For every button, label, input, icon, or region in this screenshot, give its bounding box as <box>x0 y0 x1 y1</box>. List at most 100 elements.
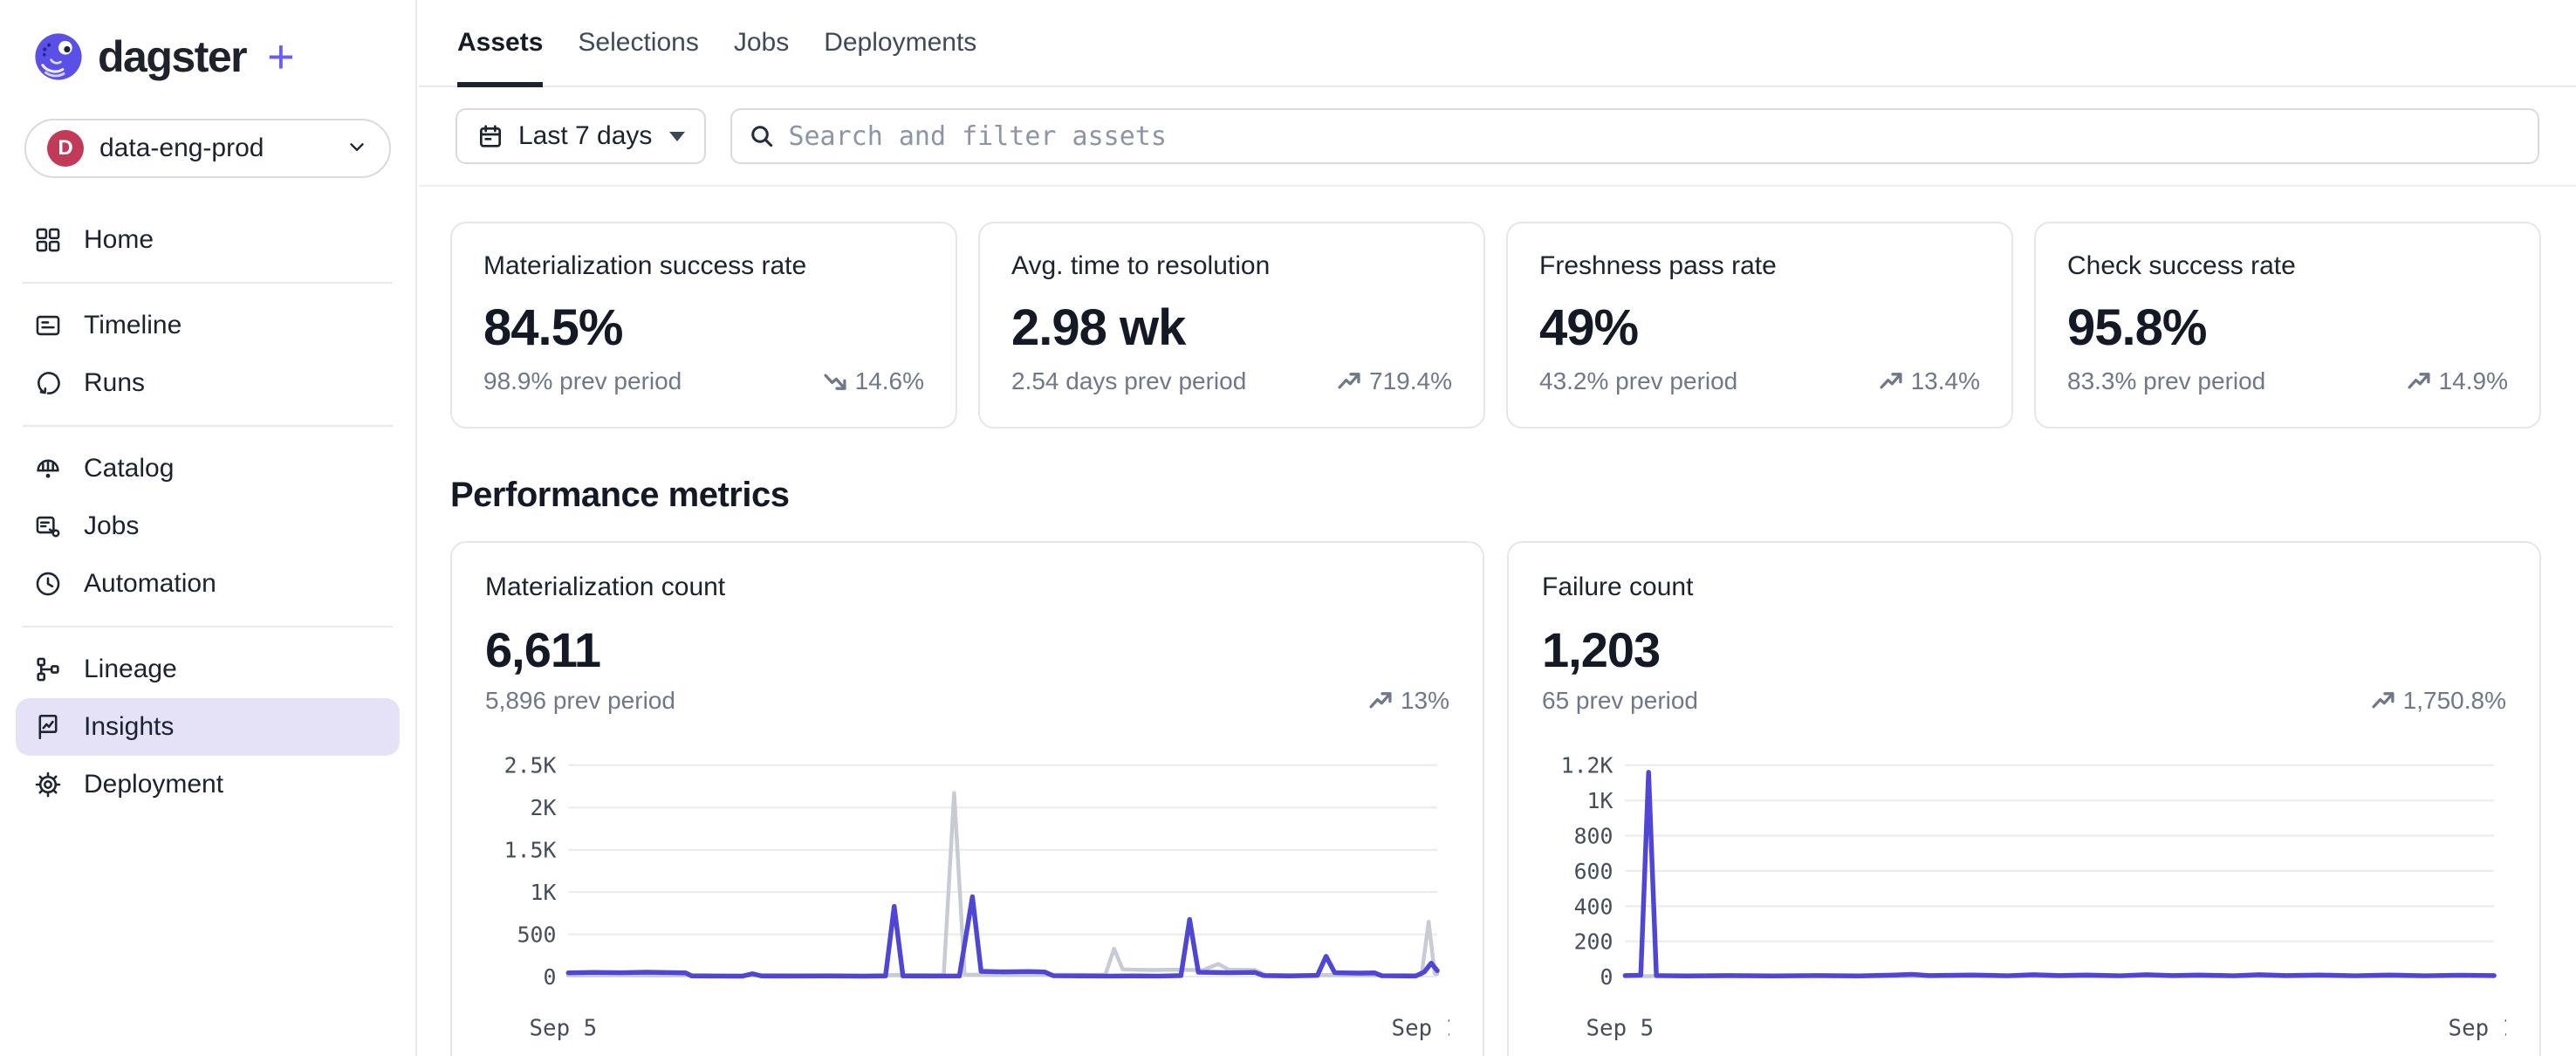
chart-delta: 13% <box>1367 687 1449 715</box>
chart-title: Materialization count <box>485 573 1449 602</box>
metric-title: Avg. time to resolution <box>1011 251 1452 281</box>
tab-deployments[interactable]: Deployments <box>824 0 976 86</box>
sidebar-item-label: Runs <box>84 368 145 398</box>
sidebar: dagster + D data-eng-prod Home Timeline … <box>0 0 417 1056</box>
sidebar-item-label: Home <box>84 225 154 255</box>
sidebar-item-automation[interactable]: Automation <box>16 555 400 613</box>
org-switcher[interactable]: D data-eng-prod <box>24 119 391 178</box>
sidebar-divider <box>23 425 393 427</box>
chart-value: 1,203 <box>1542 621 2506 678</box>
metric-value: 84.5% <box>483 298 924 357</box>
failure-count-line-chart: 02004006008001K1.2KSep 5Sep 12 <box>1542 741 2506 1046</box>
svg-text:1.5K: 1.5K <box>504 838 557 863</box>
dagster-plus-app: dagster + D data-eng-prod Home Timeline … <box>0 0 2576 1056</box>
tab-jobs[interactable]: Jobs <box>734 0 789 86</box>
metric-delta-value: 719.4% <box>1369 367 1452 395</box>
brand-logo[interactable]: dagster + <box>0 0 415 84</box>
metric-title: Freshness pass rate <box>1539 251 1980 281</box>
kpi-cards-row: Materialization success rate 84.5% 98.9%… <box>450 222 2541 429</box>
sidebar-item-lineage[interactable]: Lineage <box>16 641 400 698</box>
filter-bar: Last 7 days <box>419 87 2576 187</box>
sidebar-item-insights[interactable]: Insights <box>16 698 400 756</box>
sidebar-item-label: Catalog <box>84 454 174 483</box>
metric-title: Check success rate <box>2067 251 2508 281</box>
svg-text:800: 800 <box>1574 823 1613 848</box>
sidebar-item-home[interactable]: Home <box>16 211 400 269</box>
sidebar-nav: Home Timeline Runs Catalog Jobs <box>0 211 415 813</box>
metric-card-check-success-rate[interactable]: Check success rate 95.8% 83.3% prev peri… <box>2034 222 2541 429</box>
automation-clock-icon <box>33 569 63 599</box>
svg-text:2K: 2K <box>531 795 557 820</box>
calendar-icon <box>476 122 504 150</box>
tab-selections[interactable]: Selections <box>578 0 698 86</box>
chevron-down-icon <box>346 135 368 162</box>
metric-delta: 719.4% <box>1336 367 1452 395</box>
sidebar-item-label: Deployment <box>84 770 223 799</box>
lineage-graph-icon <box>33 655 63 684</box>
home-grid-icon <box>33 225 63 255</box>
dagster-octopus-icon <box>33 31 84 82</box>
insights-tabbar: Assets Selections Jobs Deployments <box>419 0 2576 87</box>
catalog-icon <box>33 454 63 483</box>
metric-delta-value: 14.6% <box>855 367 924 395</box>
insights-content: Materialization success rate 84.5% 98.9%… <box>419 187 2576 1056</box>
chart-card-failure-count[interactable]: Failure count 1,203 65 prev period 1,750… <box>1507 541 2541 1056</box>
jobs-icon <box>33 511 63 541</box>
sidebar-divider <box>23 626 393 627</box>
org-avatar: D <box>47 130 84 167</box>
deployment-gear-icon <box>33 770 63 799</box>
sidebar-item-label: Timeline <box>84 311 182 340</box>
metric-delta-value: 14.9% <box>2439 367 2508 395</box>
metric-delta: 14.6% <box>822 367 924 395</box>
runs-loop-icon <box>33 368 63 398</box>
trend-up-icon <box>2370 688 2396 714</box>
metric-card-freshness-pass-rate[interactable]: Freshness pass rate 49% 43.2% prev perio… <box>1506 222 2013 429</box>
svg-text:600: 600 <box>1574 859 1613 884</box>
tab-assets[interactable]: Assets <box>457 0 543 86</box>
search-box <box>730 108 2539 164</box>
date-range-button[interactable]: Last 7 days <box>456 108 706 164</box>
svg-text:2.5K: 2.5K <box>504 753 557 778</box>
metric-value: 49% <box>1539 298 1980 357</box>
sidebar-item-label: Lineage <box>84 655 177 684</box>
sidebar-item-jobs[interactable]: Jobs <box>16 497 400 555</box>
metric-card-materialization-success-rate[interactable]: Materialization success rate 84.5% 98.9%… <box>450 222 957 429</box>
svg-text:0: 0 <box>1600 964 1613 990</box>
chart-cards-row: Materialization count 6,611 5,896 prev p… <box>450 541 2541 1056</box>
trend-down-icon <box>822 368 848 394</box>
svg-text:Sep 12: Sep 12 <box>2449 1016 2506 1042</box>
main-area: Assets Selections Jobs Deployments Last … <box>419 0 2576 1056</box>
svg-text:200: 200 <box>1574 929 1613 955</box>
sidebar-divider <box>23 282 393 284</box>
chart-delta-value: 13% <box>1401 687 1449 715</box>
search-icon <box>748 122 776 150</box>
sidebar-item-deployment[interactable]: Deployment <box>16 756 400 813</box>
svg-text:1.2K: 1.2K <box>1561 753 1613 778</box>
date-range-label: Last 7 days <box>518 121 652 151</box>
metric-card-avg-time-to-resolution[interactable]: Avg. time to resolution 2.98 wk 2.54 day… <box>978 222 1485 429</box>
sidebar-item-timeline[interactable]: Timeline <box>16 297 400 354</box>
brand-plus-badge: + <box>267 30 295 84</box>
caret-down-icon <box>669 132 685 141</box>
materialization-count-line-chart: 05001K1.5K2K2.5KSep 5Sep 12 <box>485 741 1449 1046</box>
chart-prev-period: 5,896 prev period <box>485 687 675 715</box>
svg-text:500: 500 <box>517 922 557 948</box>
sidebar-item-catalog[interactable]: Catalog <box>16 440 400 497</box>
chart-prev-period: 65 prev period <box>1542 687 1698 715</box>
sidebar-item-label: Automation <box>84 569 216 599</box>
metric-prev-period: 98.9% prev period <box>483 367 682 395</box>
metric-prev-period: 43.2% prev period <box>1539 367 1737 395</box>
sidebar-item-runs[interactable]: Runs <box>16 354 400 412</box>
brand-wordmark: dagster <box>98 31 246 82</box>
metric-value: 95.8% <box>2067 298 2508 357</box>
svg-text:1K: 1K <box>531 880 557 905</box>
org-name: data-eng-prod <box>99 134 264 163</box>
metric-prev-period: 2.54 days prev period <box>1011 367 1246 395</box>
trend-up-icon <box>1878 368 1904 394</box>
chart-delta: 1,750.8% <box>2370 687 2506 715</box>
performance-metrics-heading: Performance metrics <box>450 476 2541 515</box>
metric-delta: 14.9% <box>2406 367 2508 395</box>
search-input[interactable] <box>788 121 2522 152</box>
sidebar-item-label: Insights <box>84 712 174 742</box>
chart-card-materialization-count[interactable]: Materialization count 6,611 5,896 prev p… <box>450 541 1484 1056</box>
